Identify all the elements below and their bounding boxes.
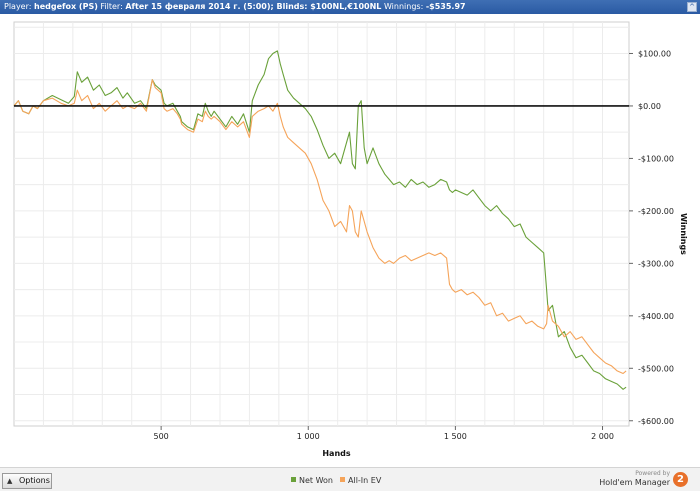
powered-by-text: Powered by	[635, 470, 670, 477]
y-tick-label: $100.00	[638, 49, 671, 58]
triangle-up-icon: ▲	[7, 477, 13, 485]
legend-net-won: Net Won	[291, 476, 333, 486]
y-tick-label: -$100.00	[638, 154, 674, 163]
winnings-label: Winnings:	[383, 2, 424, 11]
player-value: hedgefox (PS)	[34, 2, 98, 11]
legend-all-in-ev: All-In EV	[340, 476, 381, 486]
title-bar: Player: hedgefox (PS) Filter: After 15 ф…	[0, 0, 700, 14]
x-tick-label: 1 500	[444, 432, 467, 441]
filter-value: After 15 февраля 2014 г. (5:00); Blinds:…	[125, 2, 382, 11]
y-tick-label: -$600.00	[638, 417, 674, 426]
legend-label-all-in-ev: All-In EV	[348, 476, 382, 485]
brand-name: Hold'em Manager	[599, 478, 670, 487]
y-tick-label: -$300.00	[638, 259, 674, 268]
winnings-chart: $100.00 $0.00 -$100.00 -$200.00 -$300.00 -$40…	[13, 21, 688, 458]
player-label: Player:	[4, 2, 32, 11]
x-tick-label: 1 000	[297, 432, 320, 441]
chevron-up-icon[interactable]: ^	[687, 2, 697, 12]
legend-swatch-net-won	[291, 477, 296, 482]
chart-frame: $100.00 $0.00 -$100.00 -$200.00 -$300.00 -$40…	[0, 14, 700, 468]
y-axis-label: Winnings	[679, 213, 688, 255]
x-tick-label: 500	[153, 432, 168, 441]
x-axis-label: Hands	[322, 449, 351, 458]
legend-swatch-all-in-ev	[340, 477, 345, 482]
legend-label-net-won: Net Won	[299, 476, 333, 485]
y-tick-label: -$400.00	[638, 312, 674, 321]
x-tick-label: 2 000	[591, 432, 614, 441]
filter-label: Filter:	[100, 2, 123, 11]
brand-logo: 2	[673, 472, 688, 487]
winnings-value: -$535.97	[425, 2, 466, 11]
footer-bar: ▲ Options Net Won All-In EV Powered by H…	[0, 468, 700, 491]
y-tick-label: $0.00	[638, 102, 661, 111]
options-button[interactable]: ▲ Options	[2, 473, 52, 489]
y-tick-label: -$500.00	[638, 364, 674, 373]
plot-area	[13, 21, 630, 427]
options-label: Options	[19, 476, 50, 485]
y-tick-label: -$200.00	[638, 207, 674, 216]
